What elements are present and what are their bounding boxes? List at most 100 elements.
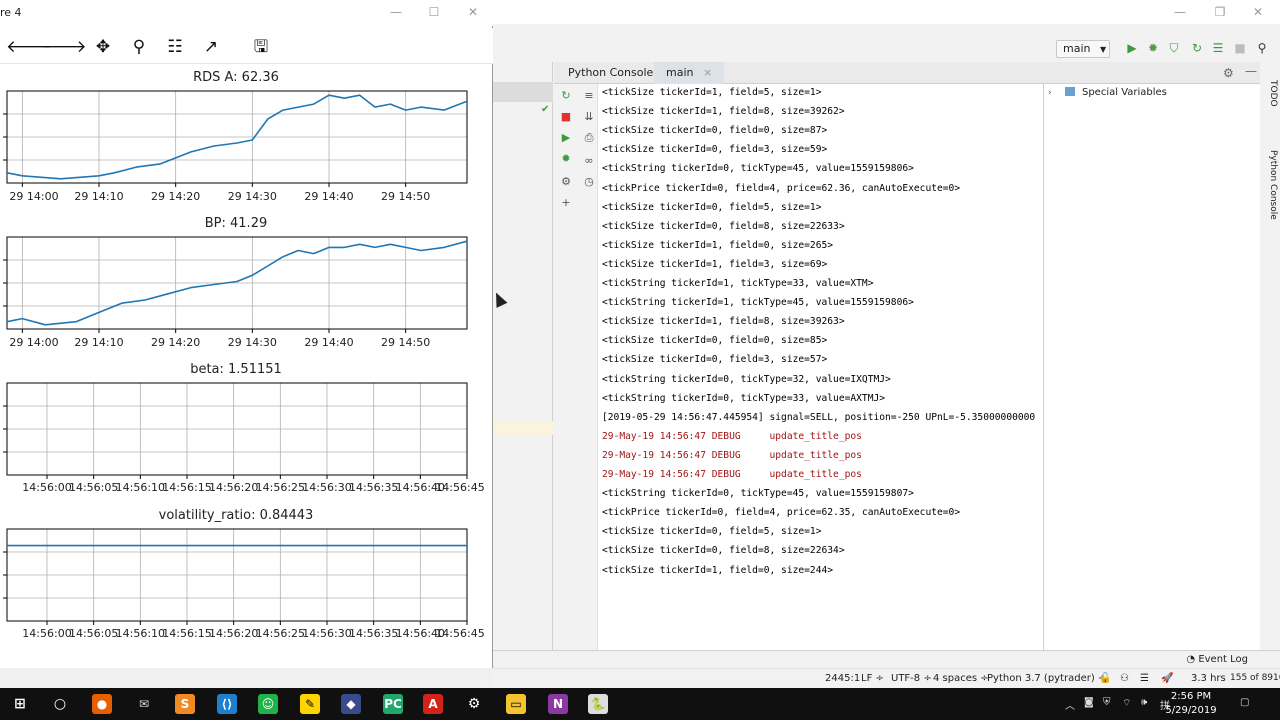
sublime-icon[interactable]: S xyxy=(175,694,195,714)
gear-icon[interactable]: ⚙ xyxy=(1223,66,1234,80)
console-line: <tickSize tickerId=1, field=0, size=244> xyxy=(602,564,834,576)
history-icon[interactable]: ◷ xyxy=(582,175,596,189)
line-separator[interactable]: LF ÷ xyxy=(861,673,884,684)
python-interpreter[interactable]: Python 3.7 (pytrader) ÷ xyxy=(987,673,1106,684)
close-tab-icon[interactable]: × xyxy=(703,66,712,79)
cortana-icon[interactable]: ○ xyxy=(50,694,70,714)
close-icon[interactable]: ✕ xyxy=(458,3,488,21)
acrobat-icon[interactable]: A xyxy=(423,694,443,714)
settings-icon[interactable]: ⚙ xyxy=(559,175,573,189)
lock-icon[interactable]: 🔓 xyxy=(1099,673,1111,684)
tab-python-console-side[interactable]: Python Console xyxy=(1262,150,1278,220)
rerun-icon[interactable]: ↻ xyxy=(559,89,573,103)
firefox-icon[interactable]: ● xyxy=(92,694,112,714)
time-tracker-icon[interactable]: 🚀 xyxy=(1161,673,1173,684)
x-ticks-rds-a: 29 14:00 29 14:10 29 14:20 29 14:30 29 14:40… xyxy=(0,190,493,204)
profile-icon[interactable]: ↻ xyxy=(1190,41,1204,55)
run-config-dropdown[interactable]: main ▼ xyxy=(1056,40,1110,58)
pan-icon[interactable]: ✥ xyxy=(92,36,114,58)
debug-icon[interactable]: ✹ xyxy=(559,152,573,166)
tab-todo[interactable]: TODO xyxy=(1262,80,1278,107)
x-tick-label: 29 14:00 xyxy=(9,190,59,203)
event-log-button[interactable]: ◔ Event Log xyxy=(1186,654,1248,665)
volume-icon[interactable]: 🕪 xyxy=(1141,697,1147,708)
pycharm-icon[interactable]: PC xyxy=(383,694,403,714)
tab-main[interactable]: main × xyxy=(654,62,725,84)
minimize-icon[interactable]: — xyxy=(381,3,411,21)
shield-icon[interactable]: ⛨ xyxy=(1103,697,1111,708)
x-ticks-bp: 29 14:00 29 14:10 29 14:20 29 14:30 29 14:40… xyxy=(0,336,493,350)
maximize-icon[interactable]: ☐ xyxy=(419,3,449,21)
axes-edit-icon[interactable]: ↗ xyxy=(200,36,222,58)
explorer-icon[interactable]: ▭ xyxy=(506,694,526,714)
subplots-icon[interactable]: ☷ xyxy=(164,36,186,58)
x-tick-label: 29 14:30 xyxy=(227,190,277,203)
view-variables-icon[interactable]: ∞ xyxy=(582,154,596,168)
console-line: <tickSize tickerId=0, field=0, size=87> xyxy=(602,125,828,137)
mail-icon[interactable]: ✉ xyxy=(134,694,154,714)
x-tick-label: 14:56:35 xyxy=(348,627,399,640)
time-spent: 3.3 hrs xyxy=(1191,673,1226,684)
resume-icon[interactable]: ▶ xyxy=(559,131,573,145)
console-line: <tickSize tickerId=0, field=3, size=59> xyxy=(602,144,828,156)
add-icon[interactable]: + xyxy=(559,196,573,210)
special-variables-node[interactable]: › Special Variables xyxy=(1048,87,1167,98)
soft-wrap-icon[interactable]: ≡ xyxy=(582,89,596,103)
x-tick-label: 14:56:15 xyxy=(162,627,212,640)
print-icon[interactable]: ⎙ xyxy=(582,131,596,145)
chevron-right-icon[interactable]: › xyxy=(1048,88,1052,98)
plot-title-bp: BP: 41.29 xyxy=(204,216,268,231)
ide-toolbar: main ▼ ▶ ✹ ⛉ ↻ ☰ ■ ⚲ xyxy=(493,36,1280,62)
coverage-icon[interactable]: ⛉ xyxy=(1167,41,1181,55)
chart-bp[interactable] xyxy=(0,235,493,335)
chevron-up-icon[interactable]: ︿ xyxy=(1065,697,1075,712)
console-line: <tickSize tickerId=1, field=3, size=69> xyxy=(602,258,828,270)
file-encoding[interactable]: UTF-8 ÷ xyxy=(891,673,932,684)
restore-icon[interactable]: ❐ xyxy=(1205,3,1235,21)
git-icon[interactable]: ◆ xyxy=(341,694,361,714)
cursor-position[interactable]: 2445:1 xyxy=(825,673,860,684)
hide-icon[interactable]: — xyxy=(1245,64,1257,78)
concurrency-icon[interactable]: ☰ xyxy=(1211,41,1225,55)
settings-icon[interactable]: ⚙ xyxy=(464,694,484,714)
python-icon[interactable]: 🐍 xyxy=(588,694,608,714)
console-line: <tickSize tickerId=1, field=0, size=265> xyxy=(602,239,834,251)
notifications-icon[interactable]: ▢ xyxy=(1240,697,1249,708)
hector-icon[interactable]: ⚇ xyxy=(1120,673,1129,684)
clock[interactable]: 2:56 PM 5/29/2019 xyxy=(1156,690,1226,718)
zoom-icon[interactable]: ⚲ xyxy=(128,36,150,58)
chart-volatility-ratio[interactable] xyxy=(0,527,493,627)
start-icon[interactable]: ⊞ xyxy=(10,694,30,714)
gamepad-icon[interactable]: ◙ xyxy=(1084,697,1094,708)
x-tick-label: 29 14:00 xyxy=(9,336,59,349)
close-icon[interactable]: ✕ xyxy=(1243,3,1273,21)
chart-rds-a[interactable] xyxy=(0,89,493,189)
notes-icon[interactable]: ✎ xyxy=(300,694,320,714)
minimize-icon[interactable]: — xyxy=(1165,3,1195,21)
scroll-to-end-icon[interactable]: ⇊ xyxy=(582,110,596,124)
stop-icon[interactable]: ■ xyxy=(1233,41,1247,55)
save-icon[interactable]: 🖫 xyxy=(250,36,272,58)
tab-label: Python Console xyxy=(568,66,654,79)
console-line: <tickSize tickerId=0, field=5, size=1> xyxy=(602,201,822,213)
clock-date: 5/29/2019 xyxy=(1165,705,1217,716)
tab-label: main xyxy=(666,66,694,79)
debug-icon[interactable]: ✹ xyxy=(1146,41,1160,55)
forward-icon[interactable]: 🡒 xyxy=(41,36,87,58)
wechat-icon[interactable]: ☺ xyxy=(258,694,278,714)
chart-beta[interactable] xyxy=(0,381,493,481)
console-output[interactable]: <tickSize tickerId=1, field=5, size=1> <t… xyxy=(598,84,1043,650)
stop-icon[interactable]: ■ xyxy=(559,110,573,124)
check-icon: ✔ xyxy=(541,104,550,115)
run-icon[interactable]: ▶ xyxy=(1125,41,1139,55)
back-icon[interactable]: 🡐 xyxy=(6,36,52,58)
indent-setting[interactable]: 4 spaces ÷ xyxy=(933,673,989,684)
variables-icon xyxy=(1064,87,1075,96)
onenote-icon[interactable]: N xyxy=(548,694,568,714)
vscode-icon[interactable]: ⟨⟩ xyxy=(217,694,237,714)
search-icon[interactable]: ⚲ xyxy=(1255,41,1269,55)
memory-indicator[interactable]: 155 of 8916M xyxy=(1230,673,1280,683)
wifi-icon[interactable]: ⌔ xyxy=(1122,697,1131,710)
console-line: <tickSize tickerId=0, field=8, size=2263… xyxy=(602,545,845,557)
notifications-icon[interactable]: ☰ xyxy=(1140,673,1149,684)
